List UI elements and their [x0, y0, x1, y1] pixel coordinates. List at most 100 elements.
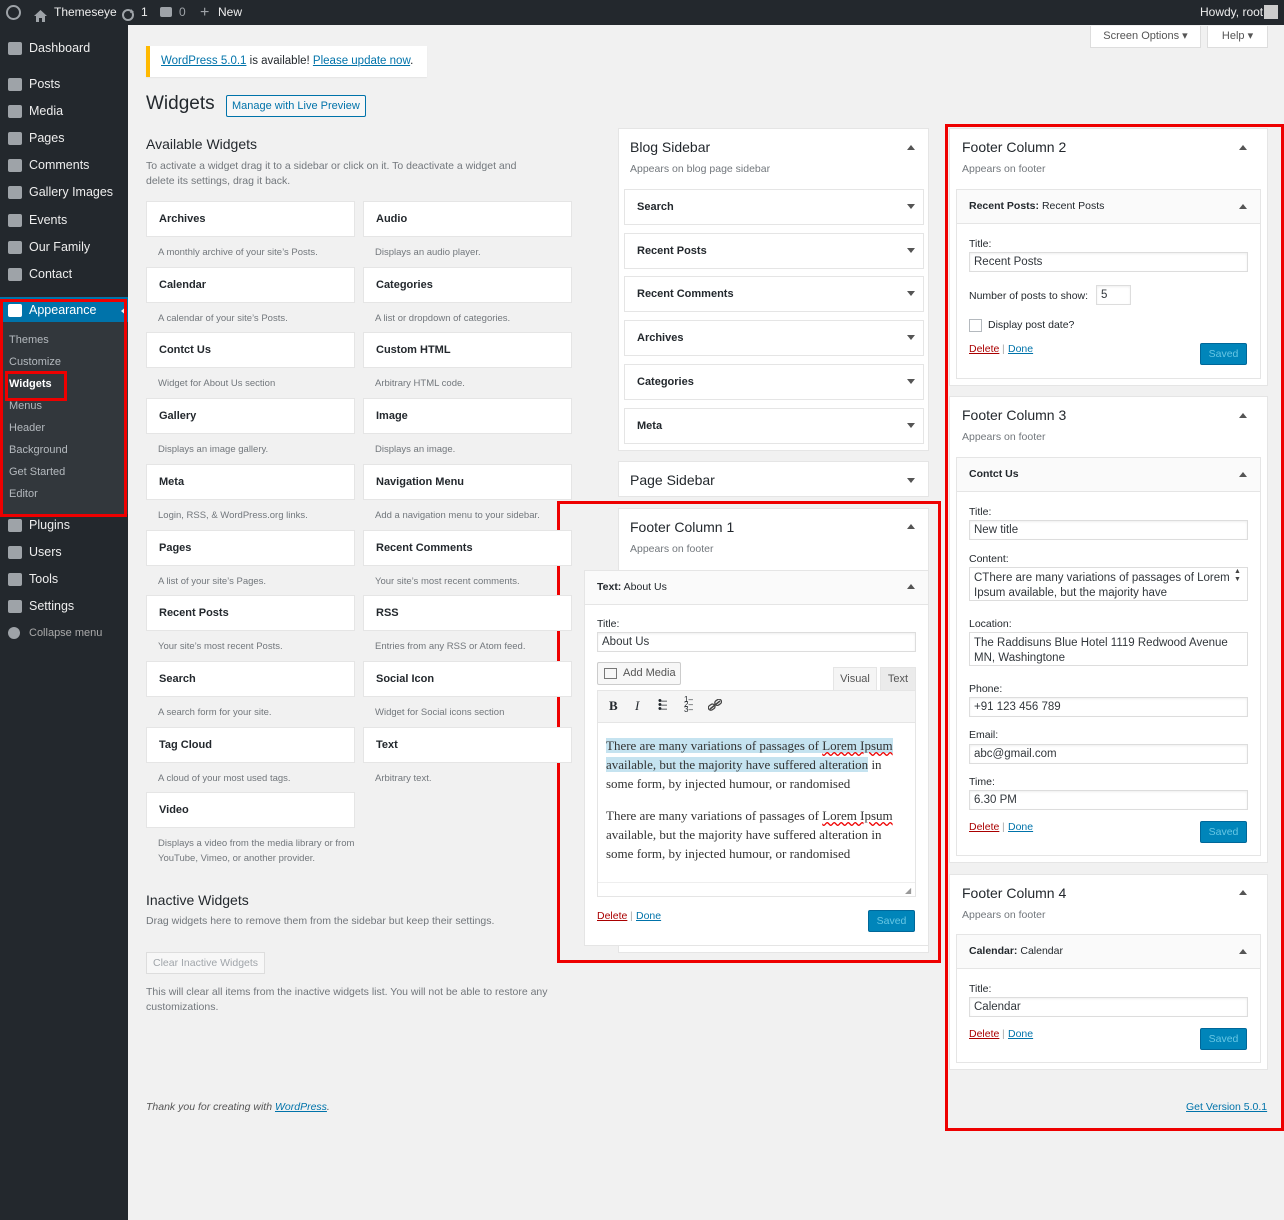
sidebar-widget-search[interactable]: Search: [624, 189, 924, 225]
howdy-user[interactable]: Howdy, root: [1200, 0, 1263, 25]
sidebar-widget-recent-comments[interactable]: Recent Comments: [624, 276, 924, 313]
comments-icon: [160, 7, 172, 17]
highlight-widgets: [5, 371, 67, 401]
pin-icon: [8, 78, 22, 91]
update-notice: WordPress 5.0.1 is available! Please upd…: [146, 46, 427, 77]
collapse-icon: [8, 627, 20, 639]
admin-bar: Themeseye 1 0 + New Howdy, root: [0, 0, 1284, 25]
wrench-icon: [8, 573, 22, 586]
email-icon: [8, 268, 22, 281]
expand-arrow-icon[interactable]: [907, 335, 915, 341]
widget-custom-html[interactable]: Custom HTML: [363, 332, 572, 369]
widget-description: Your site’s most recent Posts.: [158, 641, 283, 653]
plugin-icon: [8, 519, 22, 532]
widget-description: Arbitrary text.: [375, 772, 432, 784]
help-button[interactable]: Help ▾: [1207, 26, 1268, 48]
widget-meta[interactable]: Meta: [146, 463, 355, 500]
menu-dashboard[interactable]: Dashboard: [0, 35, 128, 62]
dashboard-icon: [8, 42, 22, 55]
footer-thanks: Thank you for creating with WordPress.: [146, 1101, 330, 1113]
widget-archives[interactable]: Archives: [146, 201, 355, 237]
inactive-widgets-heading: Inactive Widgets: [146, 892, 249, 908]
menu-collapse[interactable]: Collapse menu: [0, 620, 128, 647]
widget-gallery[interactable]: Gallery: [146, 398, 355, 435]
collapse-arrow-icon[interactable]: [907, 145, 915, 150]
widget-description: Displays an image gallery.: [158, 444, 269, 456]
page-sidebar-title[interactable]: Page Sidebar: [630, 472, 715, 488]
available-widgets-heading: Available Widgets: [146, 136, 258, 152]
media-icon: [8, 105, 22, 118]
clear-inactive-note: This will clear all items from the inact…: [146, 986, 548, 1013]
menu-our-family[interactable]: Our Family: [0, 234, 128, 261]
blog-sidebar-desc: Appears on blog page sidebar: [630, 163, 771, 175]
new-content-link[interactable]: New: [218, 0, 242, 25]
pages-icon: [8, 132, 22, 145]
widget-social-icon[interactable]: Social Icon: [363, 660, 572, 697]
menu-users[interactable]: Users: [0, 539, 128, 566]
avatar[interactable]: [1264, 5, 1278, 19]
widget-description: Arbitrary HTML code.: [375, 378, 465, 390]
widget-description: Displays a video from the media library …: [158, 838, 355, 865]
update-now-link[interactable]: Please update now: [313, 55, 410, 67]
widget-video[interactable]: Video: [146, 792, 355, 829]
wordpress-logo-icon[interactable]: [6, 5, 21, 20]
menu-pages[interactable]: Pages: [0, 125, 128, 152]
wordpress-link[interactable]: WordPress: [275, 1101, 327, 1113]
menu-contact[interactable]: Contact: [0, 261, 128, 288]
expand-arrow-icon[interactable]: [907, 478, 915, 483]
widget-description: Displays an audio player.: [375, 247, 481, 258]
updates-icon: [121, 6, 135, 21]
widget-search[interactable]: Search: [146, 660, 355, 697]
widget-audio[interactable]: Audio: [363, 201, 572, 237]
widget-navigation-menu[interactable]: Navigation Menu: [363, 463, 572, 500]
widget-description: Widget for About Us section: [158, 378, 276, 390]
tag-icon: [8, 214, 22, 227]
gallery-icon: [8, 186, 22, 199]
widget-description: Widget for Social icons section: [375, 706, 505, 718]
widget-description: A list or dropdown of categories.: [375, 312, 511, 324]
widget-recent-comments[interactable]: Recent Comments: [363, 529, 572, 566]
highlight-footer-column-1: [557, 501, 941, 963]
inactive-widgets-desc: Drag widgets here to remove them from th…: [146, 915, 495, 927]
updates-count[interactable]: 1: [141, 0, 148, 25]
expand-arrow-icon[interactable]: [907, 291, 915, 297]
widget-contct-us[interactable]: Contct Us: [146, 332, 355, 369]
sidebar-widget-recent-posts[interactable]: Recent Posts: [624, 232, 924, 269]
comments-count[interactable]: 0: [179, 0, 186, 25]
widget-description: Entries from any RSS or Atom feed.: [375, 641, 526, 653]
expand-arrow-icon[interactable]: [907, 204, 915, 209]
live-preview-button[interactable]: Manage with Live Preview: [226, 95, 366, 117]
menu-comments[interactable]: Comments: [0, 152, 128, 179]
sidebar-widget-meta[interactable]: Meta: [624, 407, 924, 444]
menu-gallery-images[interactable]: Gallery Images: [0, 179, 128, 206]
clear-inactive-button[interactable]: Clear Inactive Widgets: [146, 952, 266, 974]
menu-settings[interactable]: Settings: [0, 593, 128, 620]
expand-arrow-icon[interactable]: [907, 247, 915, 253]
widget-pages[interactable]: Pages: [146, 529, 355, 566]
widget-calendar[interactable]: Calendar: [146, 266, 355, 303]
widget-tag-cloud[interactable]: Tag Cloud: [146, 726, 355, 763]
menu-media[interactable]: Media: [0, 98, 128, 125]
menu-posts[interactable]: Posts: [0, 71, 128, 98]
blog-sidebar-title[interactable]: Blog Sidebar: [630, 139, 710, 155]
comments-icon: [8, 159, 22, 172]
home-icon: [34, 6, 47, 22]
widget-image[interactable]: Image: [363, 398, 572, 435]
sidebar-widget-archives[interactable]: Archives: [624, 320, 924, 357]
widget-recent-posts[interactable]: Recent Posts: [146, 595, 355, 632]
menu-tools[interactable]: Tools: [0, 566, 128, 593]
widget-rss[interactable]: RSS: [363, 595, 572, 632]
widget-description: A monthly archive of your site’s Posts.: [158, 247, 318, 258]
widget-categories[interactable]: Categories: [363, 266, 572, 303]
expand-arrow-icon[interactable]: [907, 378, 915, 384]
version-link[interactable]: WordPress 5.0.1: [161, 55, 246, 67]
highlight-appearance: [0, 299, 127, 517]
widget-text[interactable]: Text: [363, 726, 572, 763]
screen-options-button[interactable]: Screen Options ▾: [1090, 26, 1201, 48]
highlight-footer-columns: [945, 124, 1284, 1131]
menu-events[interactable]: Events: [0, 207, 128, 234]
sidebar-widget-categories[interactable]: Categories: [624, 363, 924, 400]
expand-arrow-icon[interactable]: [907, 422, 915, 428]
site-name-link[interactable]: Themeseye: [54, 0, 117, 25]
available-widgets-desc: To activate a widget drag it to a sideba…: [146, 160, 517, 187]
